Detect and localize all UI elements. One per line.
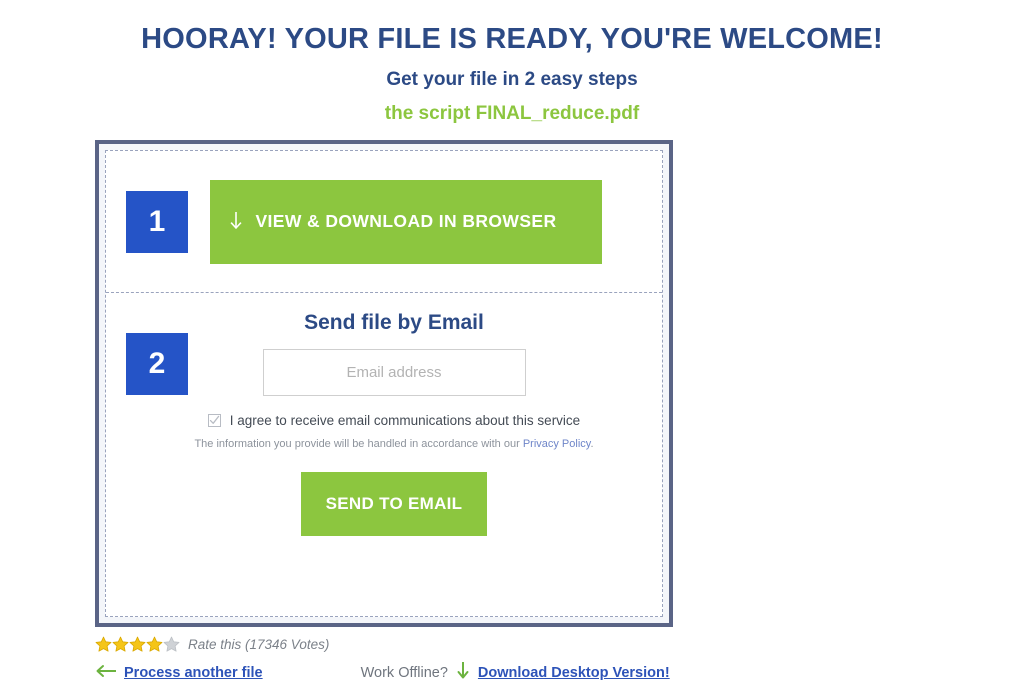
steps-card: 1 VIEW & DOWNLOAD IN BROWSER 2 Send file… [95,140,673,627]
send-file-by-email-title: Send file by Email [304,311,484,334]
agree-checkbox[interactable] [207,414,221,427]
star-icon[interactable] [163,636,180,653]
footer-links-row: Process another file Work Offline? Downl… [95,661,695,686]
arrow-down-icon [226,211,246,233]
file-name-label: the script FINAL_reduce.pdf [384,102,640,124]
desktop-version-group: Work Offline? Download Desktop Version! [361,661,670,686]
page-header: HOORAY! YOUR FILE IS READY, YOU'RE WELCO… [0,0,1024,125]
star-icon[interactable] [95,636,112,653]
page-root: HOORAY! YOUR FILE IS READY, YOU'RE WELCO… [0,0,1024,700]
work-offline-label: Work Offline? [360,665,448,681]
privacy-note-prefix: The information you provide will be hand… [194,438,523,450]
star-icon[interactable] [129,636,146,653]
page-footer: Rate this (17346 Votes) Process another … [95,634,695,684]
process-another-file-link[interactable]: Process another file [124,665,263,681]
agree-checkbox-label: I agree to receive email communications … [229,413,581,428]
rating-row: Rate this (17346 Votes) [95,634,695,654]
page-subtitle: Get your file in 2 easy steps [386,68,638,90]
process-another-file-group[interactable]: Process another file [95,664,263,683]
star-icon[interactable] [112,636,129,653]
page-title: HOORAY! YOUR FILE IS READY, YOU'RE WELCO… [141,23,883,55]
view-download-in-browser-button[interactable]: VIEW & DOWNLOAD IN BROWSER [210,179,602,264]
step-2-section: 2 Send file by Email I agree to receive … [106,293,662,616]
agree-checkbox-row[interactable]: I agree to receive email communications … [207,413,581,428]
step-1-badge: 1 [126,190,188,253]
rating-text: Rate this (17346 Votes) [188,636,330,652]
view-download-in-browser-label: VIEW & DOWNLOAD IN BROWSER [255,211,557,232]
email-input[interactable] [262,349,526,396]
rating-stars[interactable] [95,636,180,653]
arrow-left-icon [95,664,117,683]
step-1-section: 1 VIEW & DOWNLOAD IN BROWSER [106,151,662,293]
download-desktop-version-link[interactable]: Download Desktop Version! [478,665,670,681]
step-2-body: Send file by Email I agree to receive em… [126,293,662,536]
privacy-note-suffix: . [590,438,594,450]
send-to-email-button[interactable]: SEND TO EMAIL [301,472,487,536]
steps-card-inner: 1 VIEW & DOWNLOAD IN BROWSER 2 Send file… [105,150,663,617]
star-icon[interactable] [146,636,163,653]
privacy-note: The information you provide will be hand… [194,438,593,450]
privacy-policy-link[interactable]: Privacy Policy [523,438,591,450]
arrow-down-icon [456,661,470,686]
